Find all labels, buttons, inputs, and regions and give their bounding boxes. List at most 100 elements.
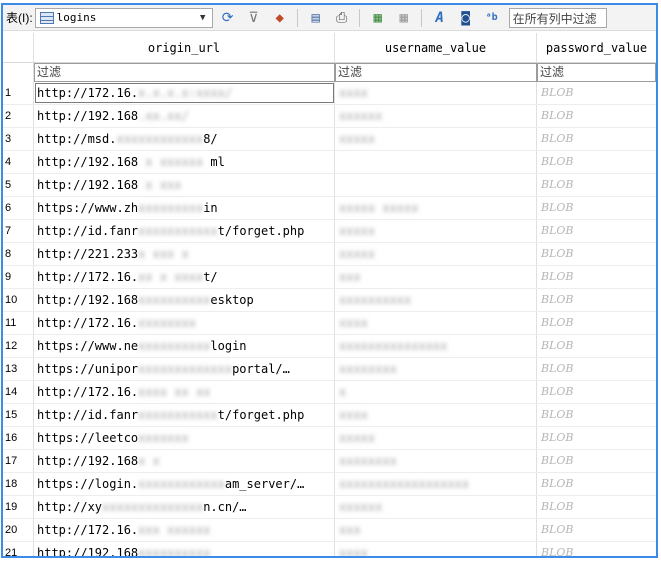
cell-username-value[interactable]: xxxxxxxx bbox=[335, 450, 537, 472]
table-row[interactable]: 10 http://192.168xxxxxxxxxxesktop xxxxxxxx… bbox=[3, 289, 656, 312]
table-row[interactable]: 8 http://221.233x xxx x xxxxx BLOB bbox=[3, 243, 656, 266]
cell-origin-url[interactable]: http://192.168x x bbox=[34, 450, 335, 472]
cell-origin-url[interactable]: http://xyxxxxxxxxxxxxxxn.cn/… bbox=[34, 496, 335, 518]
cell-password-value[interactable]: BLOB bbox=[537, 151, 656, 173]
cell-origin-url[interactable]: http://id.fanrxxxxxxxxxxxt/forget.php bbox=[34, 404, 335, 426]
chevron-down-icon[interactable]: ▼ bbox=[196, 10, 210, 26]
cell-password-value[interactable]: BLOB bbox=[537, 473, 656, 495]
cell-password-value[interactable]: BLOB bbox=[537, 220, 656, 242]
delete-record-icon[interactable]: ▦ bbox=[393, 7, 415, 29]
cell-username-value[interactable] bbox=[335, 151, 537, 173]
table-row[interactable]: 19 http://xyxxxxxxxxxxxxxxn.cn/… xxxxxx BLO… bbox=[3, 496, 656, 519]
cell-password-value[interactable]: BLOB bbox=[537, 105, 656, 127]
cell-username-value[interactable]: xxxxxxxxxxxxxxxxxx bbox=[335, 473, 537, 495]
new-record-icon[interactable]: ▦ bbox=[367, 7, 389, 29]
cell-origin-url[interactable]: http://172.16.x.x.x.x:xxxx/ bbox=[34, 82, 335, 104]
column-header-origin-url[interactable]: origin_url bbox=[34, 33, 335, 62]
cell-origin-url[interactable]: http://192.168xxxxxxxxxxesktop bbox=[34, 289, 335, 311]
cell-username-value[interactable]: xxxxxx bbox=[335, 105, 537, 127]
cell-origin-url[interactable]: http://192.168 x xxxxxx ml bbox=[34, 151, 335, 173]
cell-username-value[interactable]: xxxxx bbox=[335, 243, 537, 265]
cell-password-value[interactable]: BLOB bbox=[537, 519, 656, 541]
cell-password-value[interactable]: BLOB bbox=[537, 266, 656, 288]
cell-username-value[interactable]: xxxxx xxxxx bbox=[335, 197, 537, 219]
cell-origin-url[interactable]: http://172.16.xx x xxxxt/ bbox=[34, 266, 335, 288]
text-style-icon[interactable]: A bbox=[429, 7, 451, 29]
cell-origin-url[interactable]: http://msd.xxxxxxxxxxxx8/ bbox=[34, 128, 335, 150]
cell-username-value[interactable]: xxx bbox=[335, 519, 537, 541]
cell-username-value[interactable]: x bbox=[335, 381, 537, 403]
cell-password-value[interactable]: BLOB bbox=[537, 312, 656, 334]
table-row[interactable]: 21 http://192.168xxxxxxxxxx xxxx BLOB bbox=[3, 542, 656, 556]
cell-password-value[interactable]: BLOB bbox=[537, 542, 656, 556]
cell-origin-url[interactable]: https://login.xxxxxxxxxxxxam_server/… bbox=[34, 473, 335, 495]
table-row[interactable]: 20 http://172.16.xxx xxxxxx xxx BLOB bbox=[3, 519, 656, 542]
cell-origin-url[interactable]: https://leetcoxxxxxxx bbox=[34, 427, 335, 449]
table-row[interactable]: 13 https://uniporxxxxxxxxxxxxxportal/… xxx… bbox=[3, 358, 656, 381]
cell-password-value[interactable]: BLOB bbox=[537, 197, 656, 219]
table-row[interactable]: 6 https://www.zhxxxxxxxxxin xxxxx xxxxx BLO… bbox=[3, 197, 656, 220]
table-row[interactable]: 7 http://id.fanrxxxxxxxxxxxt/forget.php xx… bbox=[3, 220, 656, 243]
cell-password-value[interactable]: BLOB bbox=[537, 174, 656, 196]
filter-password-input[interactable]: 过滤 bbox=[537, 63, 656, 82]
cell-origin-url[interactable]: http://192.168.xx.xx/ bbox=[34, 105, 335, 127]
table-row[interactable]: 5 http://192.168 x xxx BLOB bbox=[3, 174, 656, 197]
cell-password-value[interactable]: BLOB bbox=[537, 404, 656, 426]
cell-username-value[interactable]: xxxxxxxx bbox=[335, 358, 537, 380]
cell-username-value[interactable]: xxxxx bbox=[335, 128, 537, 150]
cell-username-value[interactable]: xxxxx bbox=[335, 427, 537, 449]
table-row[interactable]: 9 http://172.16.xx x xxxxt/xxx BLOB bbox=[3, 266, 656, 289]
cell-origin-url[interactable]: http://id.fanrxxxxxxxxxxxt/forget.php bbox=[34, 220, 335, 242]
table-row[interactable]: 15 http://id.fanrxxxxxxxxxxxt/forget.php x… bbox=[3, 404, 656, 427]
table-row[interactable]: 17 http://192.168x x xxxxxxxx BLOB bbox=[3, 450, 656, 473]
filter-all-columns-input[interactable]: 在所有列中过滤 bbox=[508, 7, 607, 28]
filter-origin-url-input[interactable]: 过滤 bbox=[34, 63, 335, 82]
cell-username-value[interactable]: xxxx bbox=[335, 312, 537, 334]
cell-username-value[interactable]: xxxxxxxxxxxxxxx bbox=[335, 335, 537, 357]
cell-username-value[interactable]: xxxxx bbox=[335, 220, 537, 242]
cell-origin-url[interactable]: http://221.233x xxx x bbox=[34, 243, 335, 265]
cell-origin-url[interactable]: http://172.16.xxxx xx xx bbox=[34, 381, 335, 403]
save-filter-icon[interactable]: ◆ bbox=[269, 7, 291, 29]
cell-username-value[interactable]: xxxxxx bbox=[335, 496, 537, 518]
cell-password-value[interactable]: BLOB bbox=[537, 427, 656, 449]
cell-password-value[interactable]: BLOB bbox=[537, 496, 656, 518]
column-header-password-value[interactable]: password_value bbox=[537, 33, 656, 62]
cell-username-value[interactable]: xxxxxxxxxx bbox=[335, 289, 537, 311]
table-row[interactable]: 11 http://172.16.xxxxxxxx xxxx BLOB bbox=[3, 312, 656, 335]
cell-username-value[interactable] bbox=[335, 174, 537, 196]
table-row[interactable]: 3 http://msd.xxxxxxxxxxxx8/xxxxx BLOB bbox=[3, 128, 656, 151]
find-icon[interactable]: ᵃb bbox=[481, 7, 503, 29]
cell-password-value[interactable]: BLOB bbox=[537, 381, 656, 403]
table-row[interactable]: 4 http://192.168 x xxxxxx ml BLOB bbox=[3, 151, 656, 174]
table-row[interactable]: 14 http://172.16.xxxx xx xx x BLOB bbox=[3, 381, 656, 404]
cell-origin-url[interactable]: http://192.168xxxxxxxxxx bbox=[34, 542, 335, 556]
cell-username-value[interactable]: xxxx bbox=[335, 542, 537, 556]
cell-password-value[interactable]: BLOB bbox=[537, 358, 656, 380]
cell-password-value[interactable]: BLOB bbox=[537, 335, 656, 357]
cell-password-value[interactable]: BLOB bbox=[537, 82, 656, 104]
table-row[interactable]: 1 http://172.16.x.x.x.x:xxxx/xxxx BLOB bbox=[3, 82, 656, 105]
cell-username-value[interactable]: xxx bbox=[335, 266, 537, 288]
clear-filter-icon[interactable]: ⊽ bbox=[243, 7, 265, 29]
table-row[interactable]: 12 https://www.nexxxxxxxxxxlogin xxxxxxxxx… bbox=[3, 335, 656, 358]
table-select[interactable]: logins ▼ bbox=[34, 7, 213, 28]
table-row[interactable]: 18 https://login.xxxxxxxxxxxxam_server/… x… bbox=[3, 473, 656, 496]
cell-origin-url[interactable]: https://uniporxxxxxxxxxxxxxportal/… bbox=[34, 358, 335, 380]
cell-password-value[interactable]: BLOB bbox=[537, 289, 656, 311]
print-icon[interactable]: ⎙ bbox=[331, 7, 353, 29]
cell-origin-url[interactable]: http://172.16.xxxxxxxx bbox=[34, 312, 335, 334]
table-row[interactable]: 16 https://leetcoxxxxxxx xxxxx BLOB bbox=[3, 427, 656, 450]
cell-origin-url[interactable]: https://www.zhxxxxxxxxxin bbox=[34, 197, 335, 219]
cell-origin-url[interactable]: http://192.168 x xxx bbox=[34, 174, 335, 196]
print-preview-icon[interactable]: ▤ bbox=[305, 7, 327, 29]
table-row[interactable]: 2 http://192.168.xx.xx/xxxxxx BLOB bbox=[3, 105, 656, 128]
cell-password-value[interactable]: BLOB bbox=[537, 450, 656, 472]
cell-password-value[interactable]: BLOB bbox=[537, 128, 656, 150]
filter-username-input[interactable]: 过滤 bbox=[335, 63, 537, 82]
export-icon[interactable]: ◙ bbox=[455, 7, 477, 29]
column-header-username-value[interactable]: username_value bbox=[335, 33, 537, 62]
cell-username-value[interactable]: xxxx bbox=[335, 404, 537, 426]
refresh-icon[interactable]: ⟳ bbox=[217, 7, 239, 29]
cell-password-value[interactable]: BLOB bbox=[537, 243, 656, 265]
